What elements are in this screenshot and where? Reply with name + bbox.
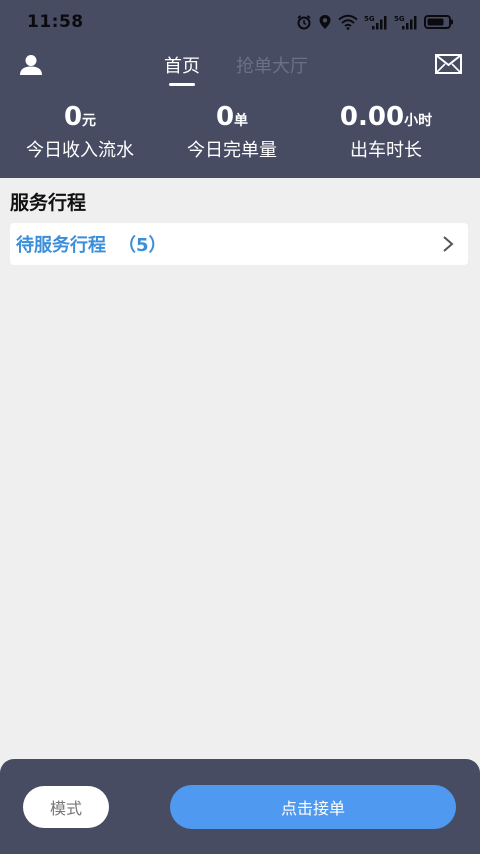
- stat-income: 0元 今日收入流水: [26, 104, 134, 162]
- location-icon: [318, 14, 332, 30]
- stat-income-unit: 元: [82, 113, 97, 129]
- stat-drive-time-value: 0.00: [339, 102, 405, 132]
- stat-orders: 0单 今日完单量: [187, 104, 277, 162]
- tab-home[interactable]: 首页: [160, 52, 204, 88]
- stat-income-value: 0: [63, 102, 83, 132]
- stat-income-label: 今日收入流水: [26, 140, 134, 161]
- stat-orders-unit: 单: [234, 113, 249, 129]
- stat-orders-label: 今日完单量: [187, 140, 277, 161]
- pending-trips-label: 待服务行程: [16, 235, 106, 256]
- tab-home-label: 首页: [164, 56, 200, 77]
- stats-row: 0元 今日收入流水 0单 今日完单量 0.00小时 出车时长: [0, 104, 480, 168]
- stat-drive-time-label: 出车时长: [350, 140, 422, 161]
- svg-text:5G: 5G: [394, 15, 405, 23]
- tab-active-indicator: [169, 83, 195, 86]
- pending-trips-count: （5）: [118, 235, 167, 256]
- stat-drive-time: 0.00小时 出车时长: [340, 104, 432, 162]
- svg-text:5G: 5G: [364, 15, 375, 23]
- wifi-icon: [338, 14, 358, 30]
- stat-drive-time-unit: 小时: [404, 113, 433, 129]
- 5g-signal-icon: 5G: [364, 14, 388, 30]
- mode-button[interactable]: 模式: [23, 786, 109, 828]
- header-panel: 11:58 5G 5G 首页 抢单大厅 0元 今日收入流水 0单 今日完单量 0…: [0, 0, 480, 178]
- tab-order-hall-label: 抢单大厅: [236, 56, 308, 77]
- tab-order-hall[interactable]: 抢单大厅: [232, 52, 312, 88]
- person-icon[interactable]: [18, 52, 44, 78]
- tab-bar: 首页 抢单大厅: [160, 52, 312, 88]
- alarm-icon: [296, 14, 312, 30]
- status-icons: 5G 5G: [296, 12, 454, 32]
- mail-icon[interactable]: [434, 52, 462, 76]
- chevron-right-icon: [440, 235, 456, 253]
- bottom-action-bar: 模式 点击接单: [0, 759, 480, 854]
- nav-bar: 首页 抢单大厅: [0, 44, 480, 92]
- status-time: 11:58: [27, 12, 84, 32]
- status-bar: 11:58 5G 5G: [0, 0, 480, 44]
- 5g-signal-icon: 5G: [394, 14, 418, 30]
- stat-orders-value: 0: [215, 102, 235, 132]
- battery-icon: [424, 14, 454, 30]
- pending-trips-row[interactable]: 待服务行程 （5）: [10, 223, 468, 265]
- section-title: 服务行程: [10, 192, 87, 214]
- accept-order-button[interactable]: 点击接单: [170, 785, 456, 829]
